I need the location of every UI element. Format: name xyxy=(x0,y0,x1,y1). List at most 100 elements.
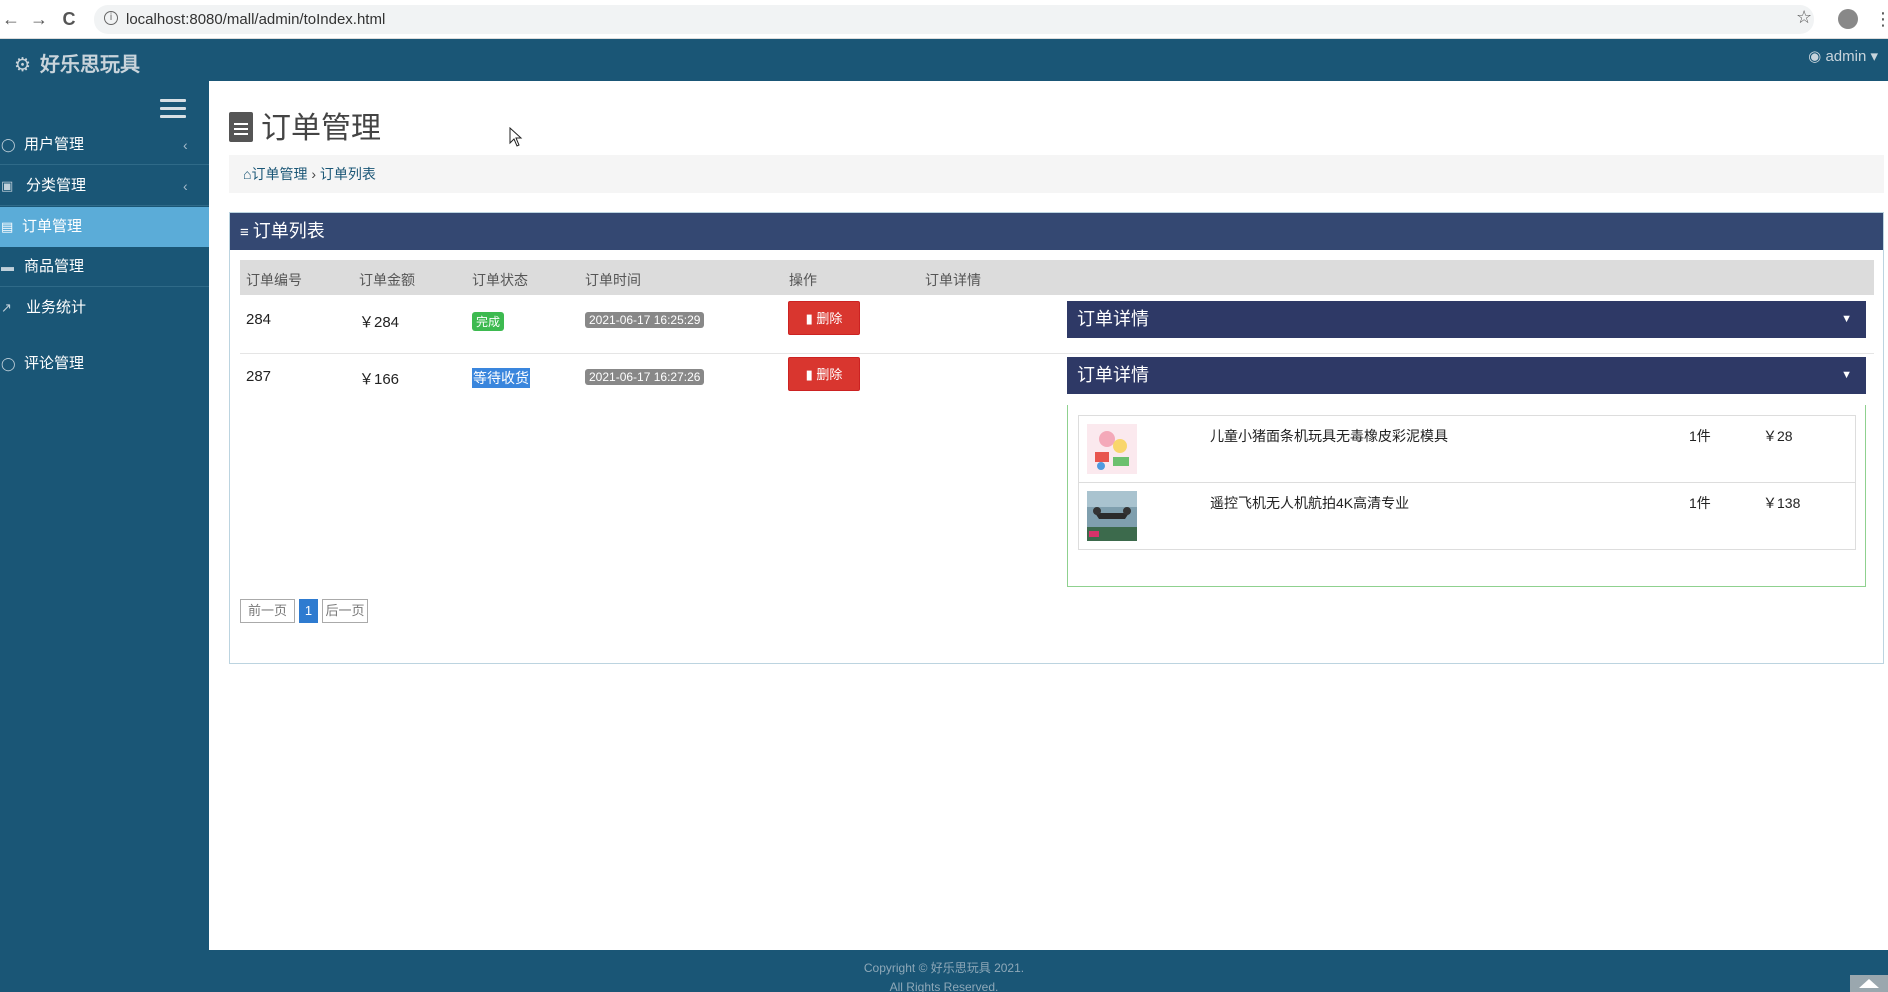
caret-down-icon: ▼ xyxy=(1841,313,1852,325)
page-title-text: 订单管理 xyxy=(261,112,381,145)
sidebar-item-products[interactable]: ▬ 商品管理 xyxy=(0,247,209,287)
sidebar-item-label: 订单管理 xyxy=(22,218,83,235)
chart-icon: ↗ xyxy=(1,300,12,315)
product-name[interactable]: 儿童小猪面条机玩具无毒橡皮彩泥模具 xyxy=(1210,426,1448,446)
sidebar-item-label: 商品管理 xyxy=(24,258,85,275)
user-icon: ◯ xyxy=(1,137,16,152)
list-icon: ≡ xyxy=(240,224,249,241)
panel-header: ≡ 订单列表 xyxy=(230,213,1883,250)
breadcrumb-current[interactable]: 订单列表 xyxy=(320,166,376,182)
table-header: 订单编号 订单金额 订单状态 订单时间 操作 订单详情 xyxy=(240,260,1874,295)
status-badge: 等待收货 xyxy=(472,368,530,388)
order-detail-toggle[interactable]: 订单详情 ▼ xyxy=(1067,301,1866,338)
rights-text: All Rights Reserved. xyxy=(889,980,999,992)
sidebar-item-orders[interactable]: ▤ 订单管理 xyxy=(0,207,209,247)
sidebar-item-label: 用户管理 xyxy=(24,136,85,153)
row-divider xyxy=(240,353,1874,354)
order-id: 287 xyxy=(246,368,272,385)
reload-icon[interactable]: C xyxy=(58,8,80,30)
next-page-button[interactable]: 后一页 xyxy=(322,599,368,623)
list-item: 遥控飞机无人机航拍4K高清专业 1件 ￥138 xyxy=(1079,483,1855,550)
order-time-badge: 2021-06-17 16:25:29 xyxy=(585,312,705,328)
product-quantity: 1件 xyxy=(1689,495,1711,511)
file-text-icon xyxy=(229,112,253,142)
column-header: 订单时间 xyxy=(585,272,641,288)
address-bar[interactable]: i localhost:8080/mall/admin/toIndex.html xyxy=(94,5,1814,34)
column-header: 订单详情 xyxy=(925,272,981,288)
user-name: admin ▾ xyxy=(1825,48,1878,65)
order-detail-toggle[interactable]: 订单详情 ▼ xyxy=(1067,357,1866,394)
sidebar-item-label: 评论管理 xyxy=(24,355,85,372)
user-menu[interactable]: ◉ admin ▾ xyxy=(1808,47,1878,65)
breadcrumb: ⌂订单管理 › 订单列表 xyxy=(229,155,1884,193)
order-time-badge: 2021-06-17 16:27:26 xyxy=(585,369,705,385)
chevron-left-icon: ‹ xyxy=(183,137,188,153)
order-detail-body: 儿童小猪面条机玩具无毒橡皮彩泥模具 1件 ￥28 遥控飞机无人机航拍4K高清专业… xyxy=(1067,405,1866,587)
column-header: 订单金额 xyxy=(359,272,415,288)
main-content: 订单管理 ⌂订单管理 › 订单列表 ≡ 订单列表 订单编号 订单金额 订单状态 订… xyxy=(209,81,1888,950)
brand-name: 好乐思玩具 xyxy=(40,54,140,76)
delete-button[interactable]: ▮ 删除 xyxy=(788,301,860,335)
sidebar-item-categories[interactable]: ▣ 分类管理 ‹ xyxy=(0,166,209,206)
order-amount: ￥166 xyxy=(359,371,400,388)
footer: Copyright © 好乐思玩具 2021. All Rights Reser… xyxy=(0,950,1888,992)
comment-icon: ◯ xyxy=(1,356,16,371)
detail-title: 订单详情 xyxy=(1077,309,1149,329)
profile-avatar-icon[interactable] xyxy=(1838,9,1858,29)
sidebar-item-comments[interactable]: ◯ 评论管理 xyxy=(0,344,209,384)
menu-toggle-icon[interactable] xyxy=(160,99,186,121)
basket-icon: ▬ xyxy=(1,259,14,274)
scroll-to-top-icon[interactable] xyxy=(1850,975,1888,992)
page-title: 订单管理 xyxy=(229,103,381,147)
product-thumbnail[interactable] xyxy=(1087,424,1137,474)
trash-icon: ▮ xyxy=(805,367,817,382)
sidebar-item-label: 分类管理 xyxy=(26,177,87,194)
delete-button[interactable]: ▮ 删除 xyxy=(788,357,860,391)
browser-menu-icon[interactable]: ⋮ xyxy=(1874,8,1888,30)
sidebar-item-users[interactable]: ◯ 用户管理 ‹ xyxy=(0,125,209,165)
breadcrumb-home[interactable]: ⌂订单管理 xyxy=(243,166,307,182)
product-name[interactable]: 遥控飞机无人机航拍4K高清专业 xyxy=(1210,493,1409,513)
product-price: ￥138 xyxy=(1763,495,1801,511)
back-icon[interactable]: ← xyxy=(0,8,22,30)
mouse-cursor-icon xyxy=(509,127,523,147)
sidebar: ◯ 用户管理 ‹ ▣ 分类管理 ‹ ▤ 订单管理 ▬ 商品管理 ↗ 业务统计 ◯… xyxy=(0,81,209,950)
product-quantity: 1件 xyxy=(1689,428,1711,444)
detail-title: 订单详情 xyxy=(1077,365,1149,385)
caret-down-icon: ▼ xyxy=(1841,369,1852,381)
delete-button-label: 删除 xyxy=(816,367,843,382)
delete-button-label: 删除 xyxy=(816,311,843,326)
chevron-left-icon: ‹ xyxy=(183,178,188,194)
product-thumbnail[interactable] xyxy=(1087,491,1137,541)
url-text[interactable]: localhost:8080/mall/admin/toIndex.html xyxy=(126,11,385,28)
user-circle-icon: ◉ xyxy=(1808,48,1826,65)
column-header: 订单状态 xyxy=(472,272,528,288)
order-list-panel: ≡ 订单列表 订单编号 订单金额 订单状态 订单时间 操作 订单详情 284 ￥2… xyxy=(229,212,1884,664)
brand[interactable]: ⚙ 好乐思玩具 xyxy=(14,48,140,77)
status-badge: 完成 xyxy=(472,312,505,331)
breadcrumb-home-label: 订单管理 xyxy=(251,166,308,182)
sidebar-item-statistics[interactable]: ↗ 业务统计 xyxy=(0,288,209,328)
file-icon: ▤ xyxy=(1,219,14,234)
prev-page-button[interactable]: 前一页 xyxy=(240,599,295,623)
app-header: ⚙ 好乐思玩具 ◉ admin ▾ xyxy=(0,39,1888,81)
copyright-text: Copyright © 好乐思玩具 2021. xyxy=(863,961,1025,975)
breadcrumb-separator: › xyxy=(307,166,320,182)
forward-icon[interactable]: → xyxy=(28,8,50,30)
cubes-icon: ⚙ xyxy=(14,55,32,76)
order-items-list: 儿童小猪面条机玩具无毒橡皮彩泥模具 1件 ￥28 遥控飞机无人机航拍4K高清专业… xyxy=(1078,415,1856,550)
order-id: 284 xyxy=(246,311,272,328)
bookmark-star-icon[interactable]: ☆ xyxy=(1796,7,1812,28)
info-icon[interactable]: i xyxy=(104,11,118,25)
page-number-button[interactable]: 1 xyxy=(299,599,318,623)
category-icon: ▣ xyxy=(1,178,14,193)
column-header: 订单编号 xyxy=(246,272,302,288)
browser-toolbar: ← → C i localhost:8080/mall/admin/toInde… xyxy=(0,0,1888,39)
list-item: 儿童小猪面条机玩具无毒橡皮彩泥模具 1件 ￥28 xyxy=(1079,416,1855,483)
order-amount: ￥284 xyxy=(359,314,400,331)
trash-icon: ▮ xyxy=(805,311,817,326)
column-header: 操作 xyxy=(789,272,817,288)
sidebar-item-label: 业务统计 xyxy=(26,299,87,316)
product-price: ￥28 xyxy=(1763,428,1793,444)
panel-title: 订单列表 xyxy=(252,221,325,241)
